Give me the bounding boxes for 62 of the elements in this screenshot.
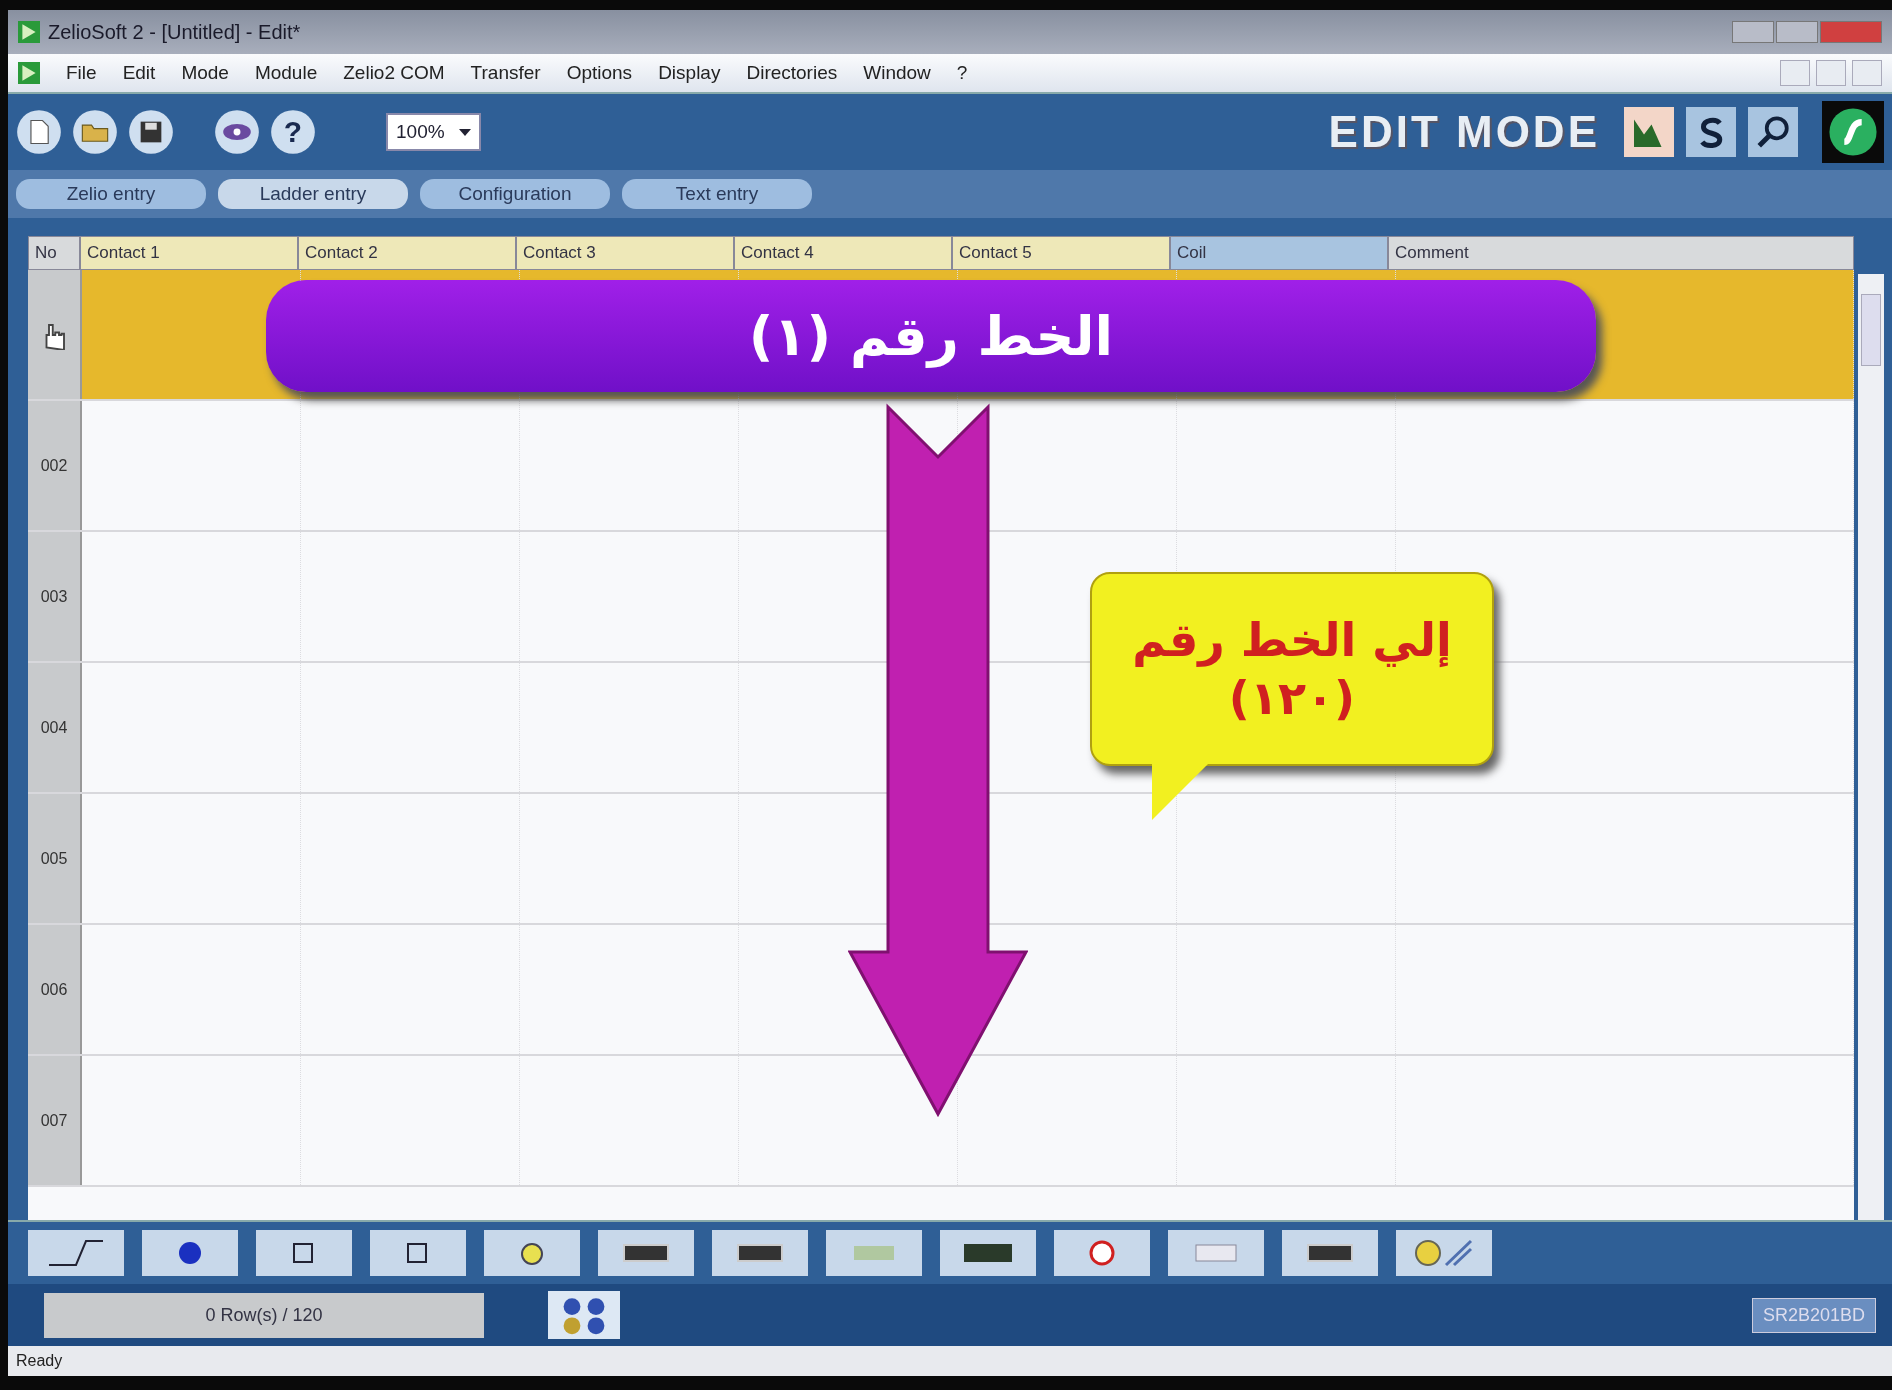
new-document-icon[interactable]	[16, 109, 62, 155]
save-icon[interactable]	[128, 109, 174, 155]
menu-item[interactable]: Directories	[746, 62, 838, 84]
window-title: ZelioSoft 2 - [Untitled] - Edit*	[48, 20, 301, 44]
letter-icon[interactable]	[1686, 107, 1736, 157]
column-header: Coil	[1170, 236, 1388, 270]
tab[interactable]: Ladder entry	[218, 179, 408, 209]
app-logo-icon	[18, 62, 40, 84]
row-number: 003	[28, 532, 82, 661]
mode-label: EDIT MODE	[1328, 107, 1600, 157]
tool-button[interactable]	[28, 1230, 124, 1276]
column-header: Comment	[1388, 236, 1854, 270]
tool-button[interactable]	[712, 1230, 808, 1276]
caret-icon	[458, 128, 471, 136]
module-reference: SR2B201BD	[1751, 1297, 1876, 1333]
callout-text: (١٢٠)	[1228, 671, 1356, 725]
menu-item[interactable]: Window	[863, 62, 931, 84]
open-folder-icon[interactable]	[72, 109, 118, 155]
column-header: Contact 3	[516, 236, 734, 270]
menu-item[interactable]: Module	[254, 62, 318, 84]
row-number: 002	[28, 401, 82, 530]
row-number: 007	[28, 1056, 82, 1185]
vertical-scrollbar[interactable]	[1858, 274, 1884, 1220]
column-header: Contact 5	[952, 236, 1170, 270]
tab[interactable]: Zelio entry	[16, 179, 206, 209]
callout-text: إلي الخط رقم	[1132, 613, 1452, 667]
tab[interactable]: Configuration	[420, 179, 610, 209]
menu-item[interactable]: Mode	[181, 62, 229, 84]
column-header: No	[28, 236, 80, 270]
row-number: 006	[28, 925, 82, 1054]
menu-item[interactable]: Display	[658, 62, 721, 84]
tool-button[interactable]	[256, 1230, 352, 1276]
tool-button[interactable]	[940, 1230, 1036, 1276]
tool-button[interactable]	[1054, 1230, 1150, 1276]
app-logo-icon	[18, 21, 40, 43]
tool-button[interactable]	[142, 1230, 238, 1276]
zoom-dropdown[interactable]: 100%	[386, 113, 481, 151]
tool-button[interactable]	[1282, 1230, 1378, 1276]
tool-button[interactable]	[484, 1230, 580, 1276]
column-header: Contact 2	[298, 236, 516, 270]
menu-item[interactable]: Options	[566, 62, 633, 84]
tab[interactable]: Text entry	[622, 179, 812, 209]
row-number: 005	[28, 794, 82, 923]
step-line-icon	[46, 1238, 106, 1268]
search-icon[interactable]	[1748, 107, 1798, 157]
eye-icon[interactable]	[214, 109, 260, 155]
help-icon[interactable]: ?	[270, 109, 316, 155]
chart-icon[interactable]	[1624, 107, 1674, 157]
line-banner: الخط رقم (١)	[266, 280, 1596, 392]
menu-item[interactable]: ?	[956, 62, 968, 84]
menu-item[interactable]: File	[66, 62, 97, 84]
menu-item[interactable]: Zelio2 COM	[343, 62, 445, 84]
lamp-icon	[1414, 1238, 1474, 1268]
tool-button[interactable]	[598, 1230, 694, 1276]
status-text: Ready	[16, 1352, 63, 1370]
row-number: 004	[28, 663, 82, 792]
column-header: Contact 1	[80, 236, 298, 270]
column-header: Contact 4	[734, 236, 952, 270]
menu-item[interactable]: Transfer	[470, 62, 541, 84]
row-count: 0 Row(s) / 120	[44, 1292, 484, 1338]
tool-button[interactable]	[370, 1230, 466, 1276]
menu-item[interactable]: Edit	[122, 62, 156, 84]
